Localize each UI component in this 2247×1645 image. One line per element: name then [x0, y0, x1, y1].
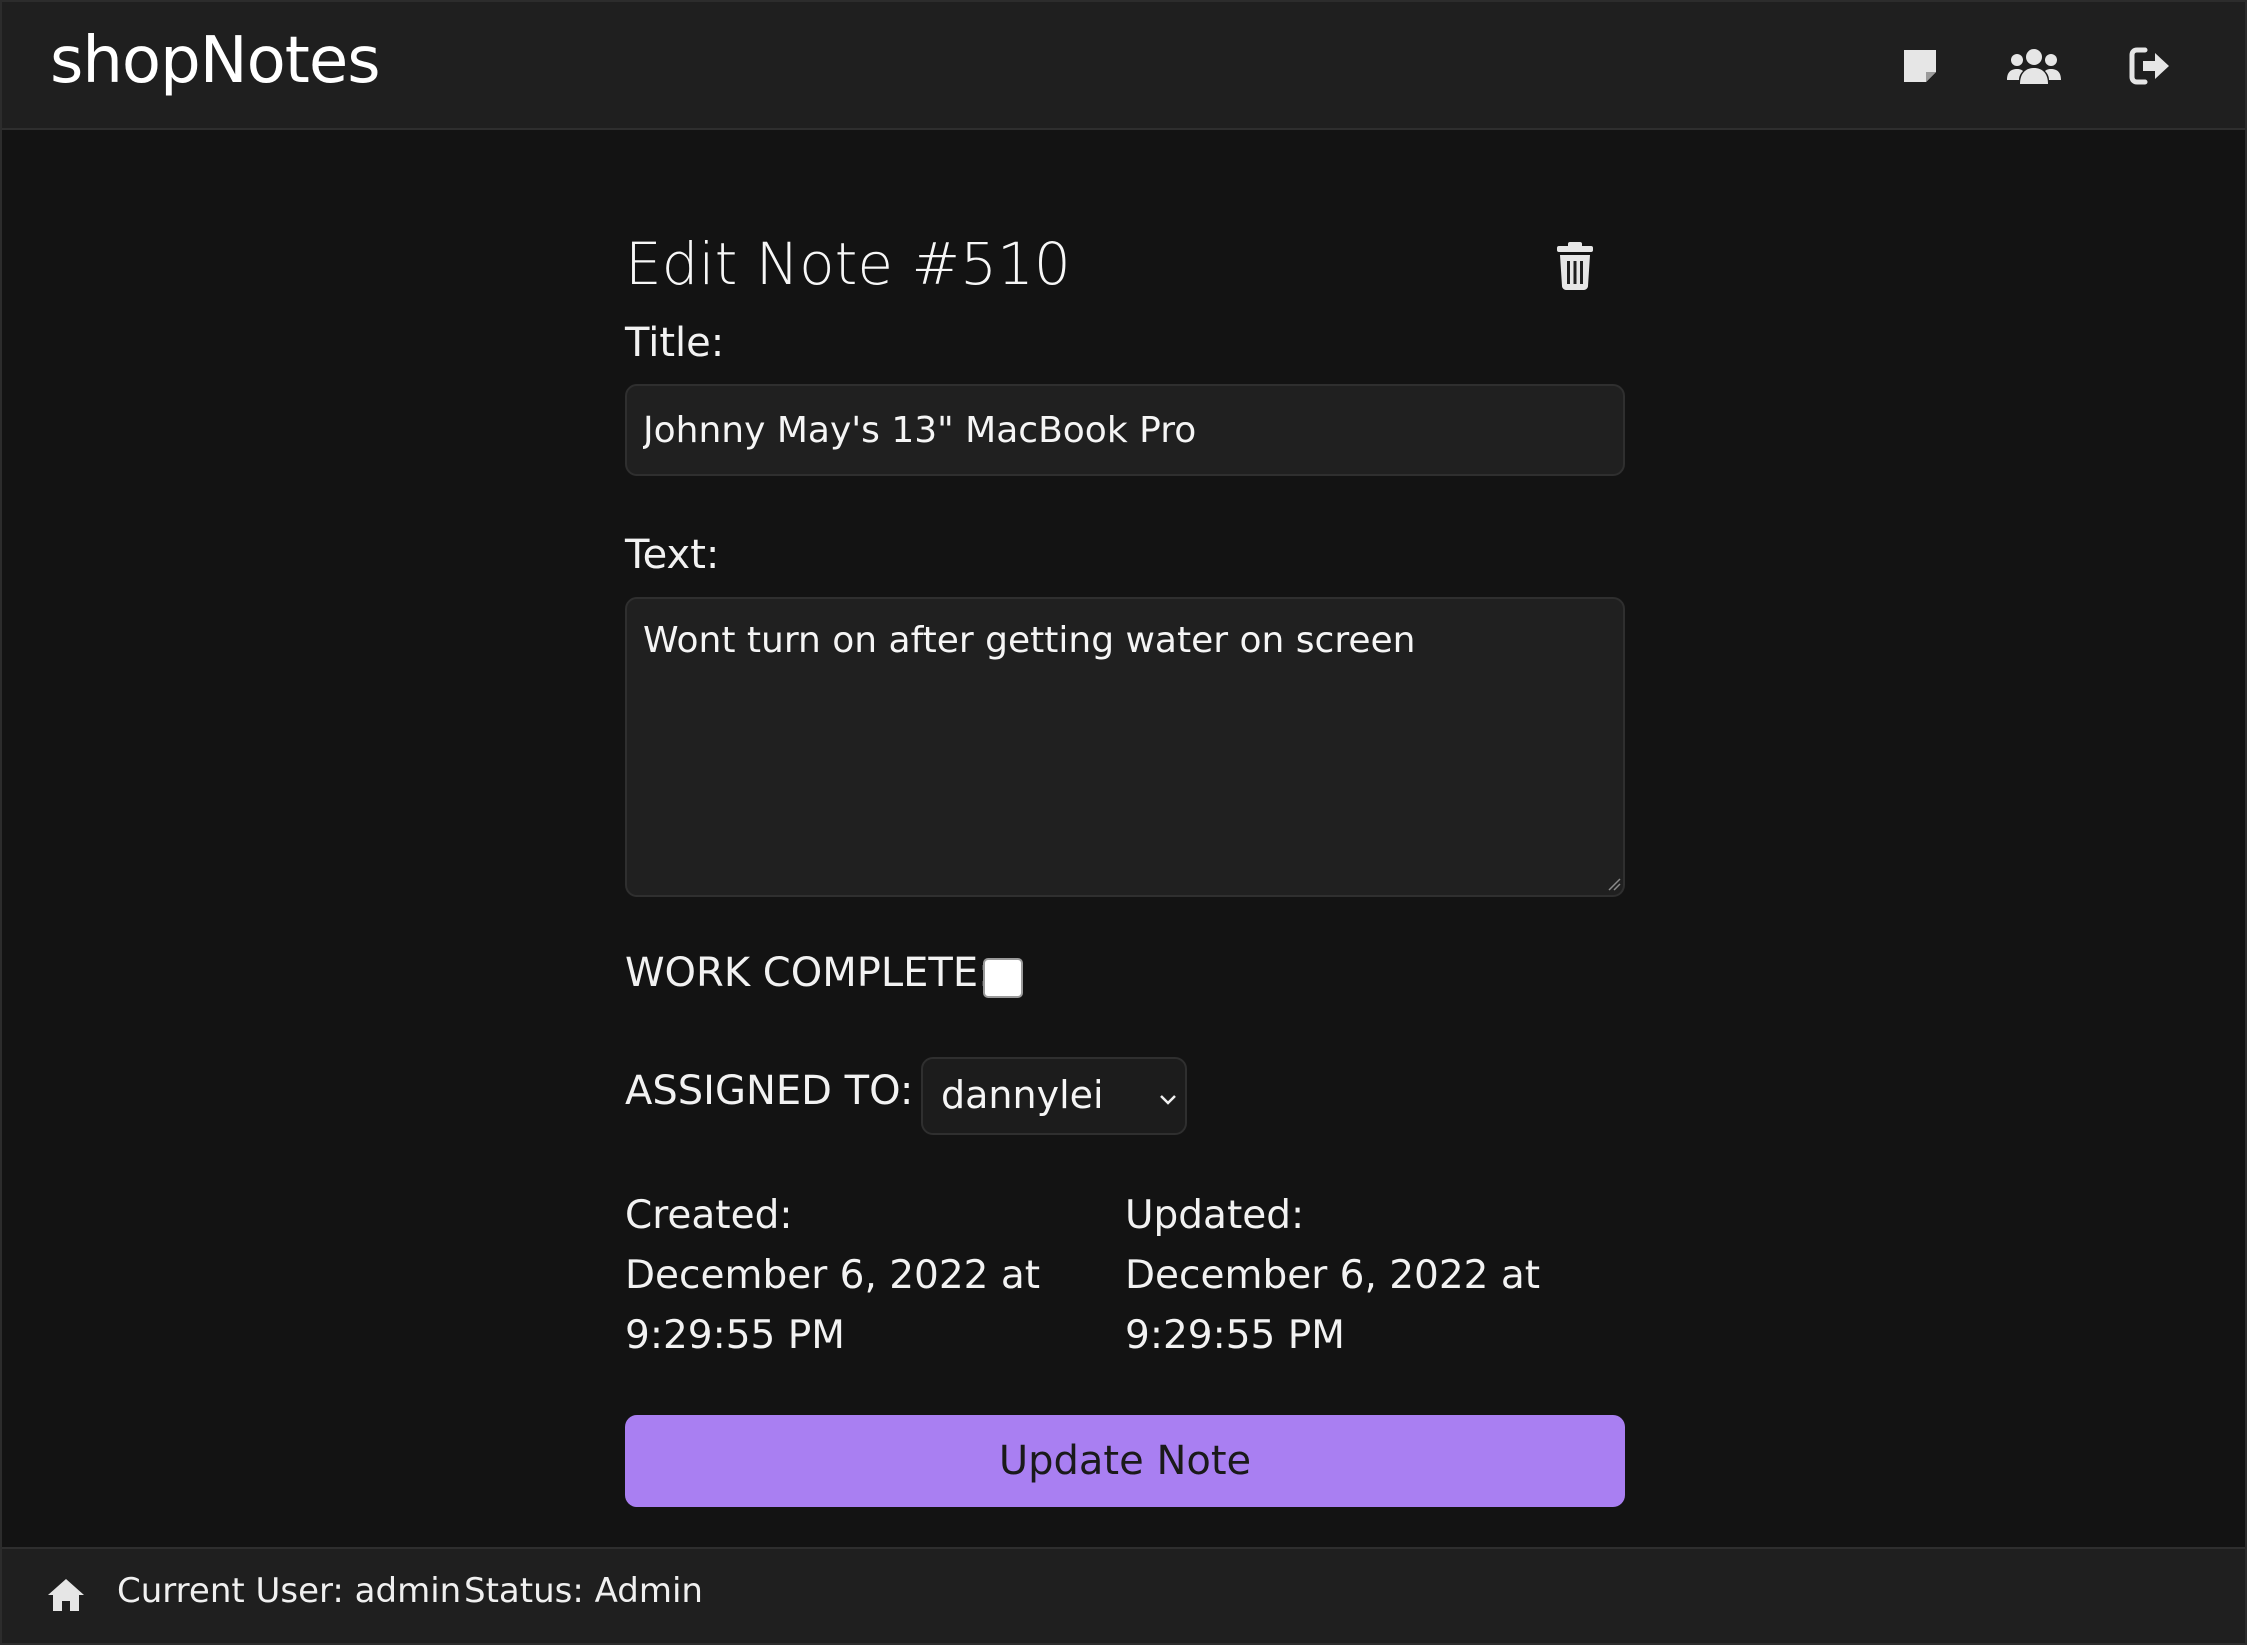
page-title: Edit Note #510 [625, 230, 1071, 298]
title-input[interactable] [625, 384, 1625, 476]
home-icon [46, 1579, 86, 1617]
update-note-button[interactable]: Update Note [625, 1415, 1625, 1507]
footer-bar: Current User: admin Status: Admin [2, 1547, 2245, 1643]
logout-button[interactable] [2120, 38, 2180, 94]
home-button[interactable] [46, 1577, 90, 1617]
assigned-to-select[interactable]: dannylei [921, 1057, 1187, 1135]
users-icon [2007, 46, 2061, 86]
app-window: shopNotes Edit Note #510 Title: Johnny M… [0, 0, 2247, 1645]
created-time: 9:29:55 PM [625, 1313, 845, 1358]
current-user-text: Current User: admin [117, 1571, 462, 1611]
status-text: Status: Admin [464, 1571, 703, 1611]
chevron-down-icon [1159, 1091, 1177, 1110]
updated-info: Updated: December 6, 2022 at 9:29:55 PM [1125, 1186, 1585, 1366]
updated-label: Updated: [1125, 1193, 1305, 1238]
assigned-to-label: ASSIGNED TO: [625, 1068, 914, 1114]
work-complete-label: WORK COMPLETE: [625, 950, 992, 996]
trash-icon [1555, 242, 1595, 294]
created-label: Created: [625, 1193, 793, 1238]
work-complete-checkbox[interactable] [983, 958, 1023, 998]
notes-button[interactable] [1890, 38, 1950, 94]
assigned-to-value: dannylei [941, 1073, 1104, 1117]
created-date: December 6, 2022 at [625, 1253, 1041, 1298]
delete-note-button[interactable] [1555, 242, 1605, 298]
logout-icon [2129, 46, 2171, 86]
updated-date: December 6, 2022 at [1125, 1253, 1541, 1298]
created-info: Created: December 6, 2022 at 9:29:55 PM [625, 1186, 1085, 1366]
users-button[interactable] [2004, 38, 2064, 94]
notes-icon [1900, 46, 1940, 86]
updated-time: 9:29:55 PM [1125, 1313, 1345, 1358]
resize-handle-icon[interactable] [1607, 876, 1621, 895]
title-label: Title: [625, 320, 725, 366]
text-input[interactable]: Wont turn on after getting water on scre… [625, 597, 1625, 897]
app-title[interactable]: shopNotes [50, 24, 381, 98]
text-label: Text: [625, 532, 720, 578]
top-header: shopNotes [2, 2, 2245, 130]
